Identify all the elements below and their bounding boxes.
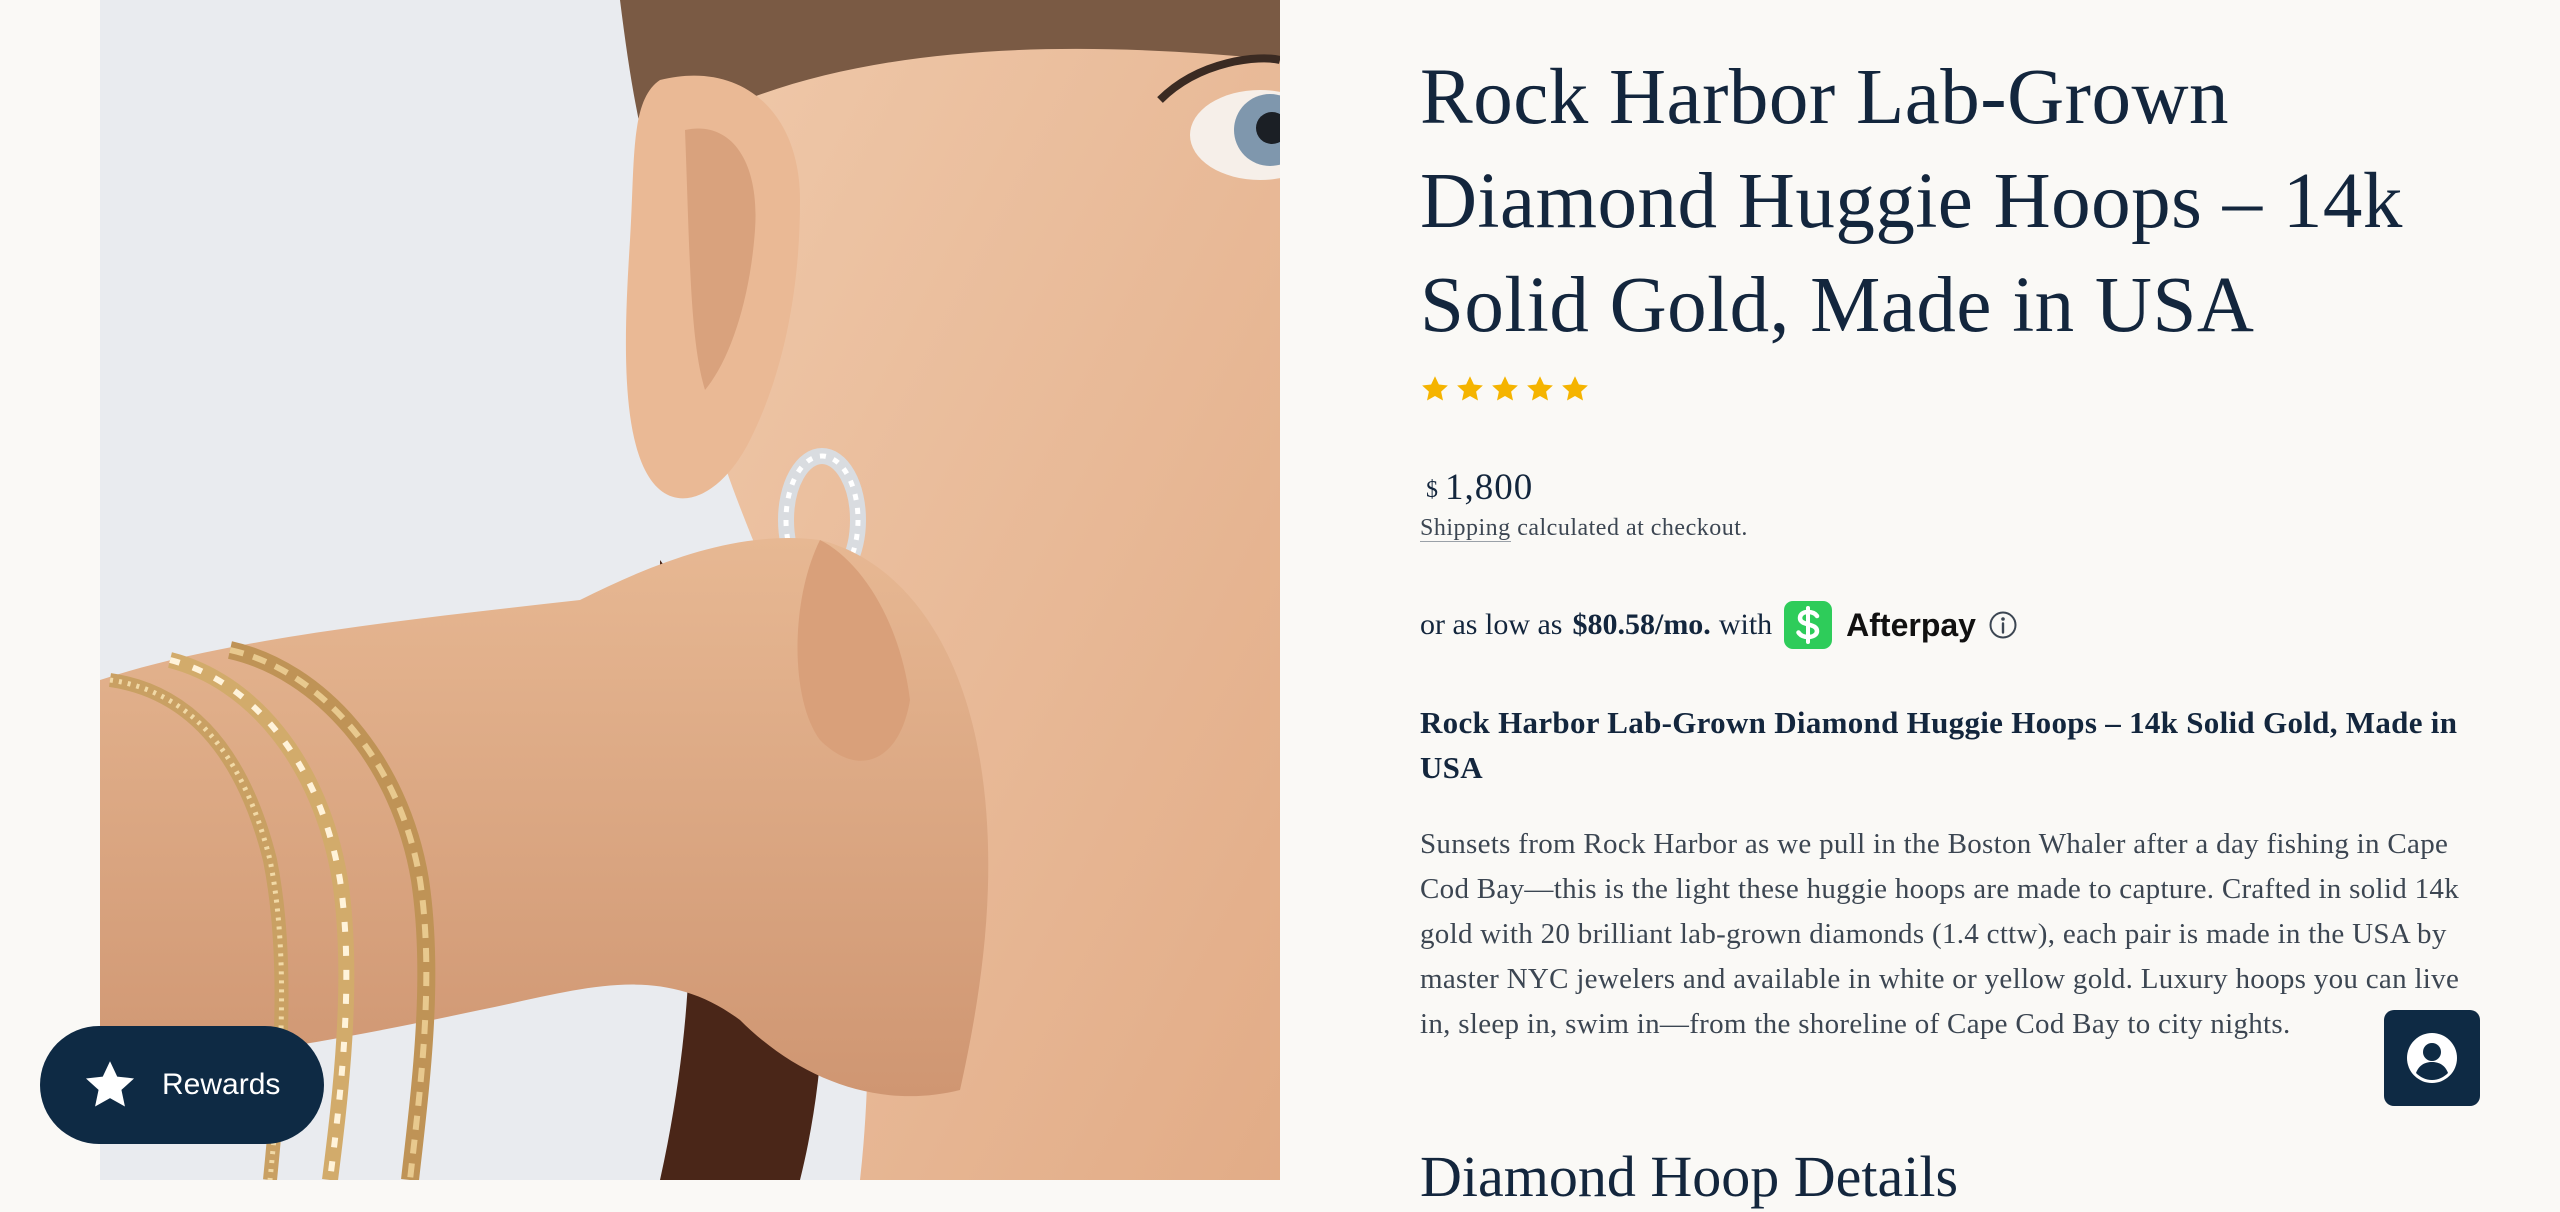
price-currency: $ — [1426, 477, 1439, 503]
star-icon — [1527, 376, 1553, 401]
star-icon — [1562, 376, 1588, 401]
shipping-note: Shipping calculated at checkout. — [1420, 515, 1748, 542]
afterpay-amount: $80.58/mo. — [1572, 608, 1711, 641]
user-icon — [2407, 1033, 2457, 1083]
rewards-button[interactable]: Rewards — [40, 1026, 324, 1144]
shipping-text: calculated at checkout. — [1510, 515, 1748, 541]
afterpay-message: or as low as $80.58/mo. with Afterpay — [1420, 600, 2018, 650]
info-icon[interactable] — [1988, 610, 2018, 640]
dollar-icon — [1796, 606, 1820, 644]
rating-stars[interactable] — [1420, 374, 1590, 404]
shipping-link[interactable]: Shipping — [1420, 515, 1511, 542]
product-photo-illustration — [100, 0, 1280, 1180]
description-title: Rock Harbor Lab-Grown Diamond Huggie Hoo… — [1420, 705, 2458, 785]
account-button[interactable] — [2384, 1010, 2480, 1106]
description-body: Sunsets from Rock Harbor as we pull in t… — [1420, 828, 2460, 1040]
afterpay-badge — [1784, 601, 1833, 649]
product-price: $1,800 — [1426, 466, 1533, 509]
product-image[interactable] — [100, 0, 1280, 1180]
star-icon — [1457, 376, 1483, 401]
afterpay-prefix: or as low as — [1420, 608, 1563, 641]
price-amount: 1,800 — [1445, 467, 1534, 508]
product-title: Rock Harbor Lab-Grown Diamond Huggie Hoo… — [1420, 54, 2403, 349]
rewards-label: Rewards — [162, 1068, 281, 1101]
afterpay-with: with — [1718, 608, 1773, 641]
star-icon — [85, 1061, 135, 1107]
details-heading: Diamond Hoop Details — [1420, 1144, 1959, 1209]
star-icon — [1492, 376, 1518, 401]
star-icon — [1422, 376, 1448, 401]
afterpay-brand[interactable]: Afterpay — [1846, 607, 1976, 644]
